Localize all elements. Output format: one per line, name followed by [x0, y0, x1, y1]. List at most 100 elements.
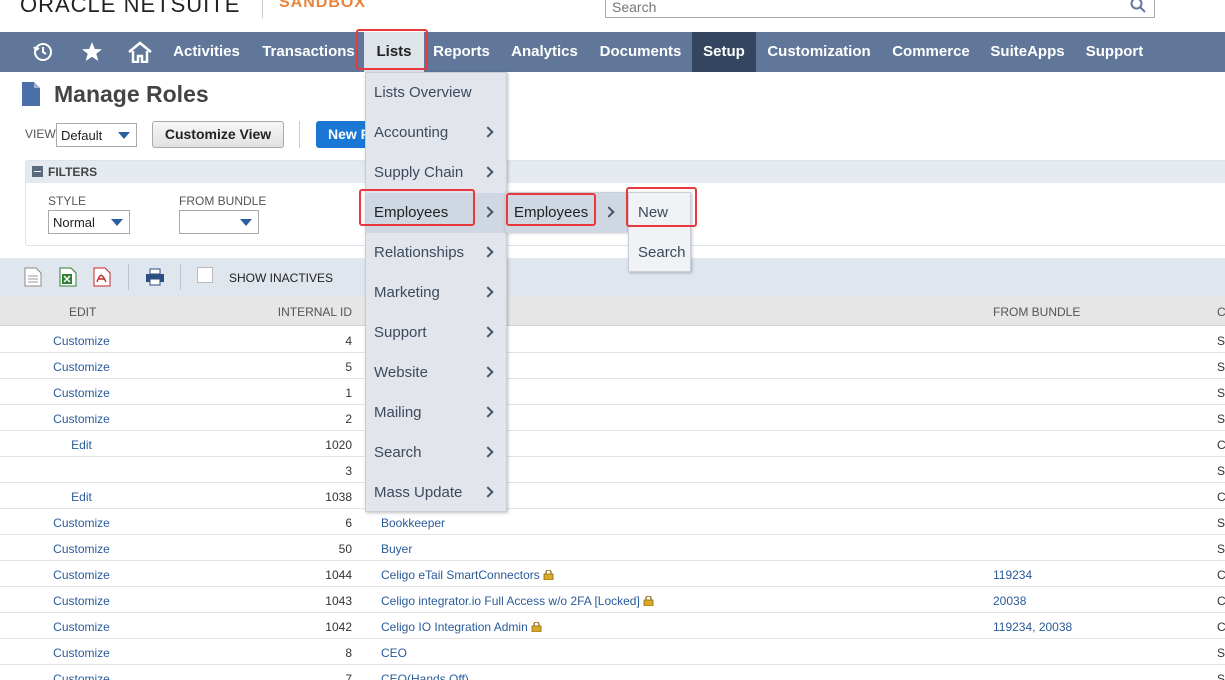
menu-search[interactable]: Search: [366, 433, 506, 473]
row-edit-link-text: Customize: [53, 594, 110, 608]
customize-view-button[interactable]: Customize View: [152, 121, 284, 148]
row-edit-link[interactable]: Customize: [0, 360, 163, 374]
nav-documents[interactable]: Documents: [590, 32, 691, 72]
menu-mass-update[interactable]: Mass Update: [366, 473, 506, 513]
filters-header[interactable]: FILTERS: [26, 161, 1225, 183]
row-from-bundle[interactable]: 119234: [993, 568, 1032, 582]
toolbar-divider: [128, 264, 129, 290]
row-type: St: [1217, 412, 1225, 426]
menu-search[interactable]: Search: [629, 233, 690, 273]
row-edit-link[interactable]: Edit: [0, 490, 163, 504]
row-internal-id: 1043: [325, 594, 352, 608]
menu-accounting[interactable]: Accounting: [366, 113, 506, 153]
column-edit[interactable]: EDIT: [69, 305, 96, 319]
row-role-name[interactable]: CEO: [381, 646, 407, 660]
row-from-bundle[interactable]: 20038: [993, 594, 1026, 608]
row-edit-link[interactable]: Customize: [0, 672, 163, 680]
row-edit-link-text: Customize: [53, 334, 110, 348]
chevron-right-icon: [482, 246, 494, 258]
row-edit-link[interactable]: Customize: [0, 594, 163, 608]
column-from-bundle[interactable]: FROM BUNDLE: [993, 305, 1080, 319]
filters-title: FILTERS: [48, 165, 98, 179]
search-input[interactable]: [612, 0, 1112, 15]
sandbox-label: SANDBOX: [279, 0, 367, 11]
row-from-bundle-text: 119234: [993, 568, 1033, 582]
row-edit-link[interactable]: Customize: [0, 334, 163, 348]
row-internal-id: 1038: [325, 490, 352, 504]
nav-setup[interactable]: Setup: [692, 32, 756, 72]
row-type-text: Cu: [1217, 490, 1225, 504]
row-type: Cu: [1217, 438, 1225, 452]
nav-customization[interactable]: Customization: [758, 32, 880, 72]
row-edit-link-text: Customize: [53, 542, 110, 556]
menu-lists-overview[interactable]: Lists Overview: [366, 73, 506, 113]
row-role-name-text: Buyer: [381, 542, 413, 556]
row-role-name[interactable]: Bookkeeper: [381, 516, 445, 530]
row-edit-link[interactable]: Customize: [0, 646, 163, 660]
view-select[interactable]: Default: [56, 123, 137, 147]
export-excel-icon[interactable]: [59, 267, 77, 287]
menu-label: Relationships: [374, 244, 465, 261]
nav-suiteapps[interactable]: SuiteApps: [982, 32, 1073, 72]
nav-activities[interactable]: Activities: [165, 32, 248, 72]
menu-relationships[interactable]: Relationships: [366, 233, 506, 273]
row-role-name[interactable]: Celigo IO Integration Admin: [381, 620, 542, 634]
row-type: Cu: [1217, 568, 1225, 582]
menu-label: Accounting: [374, 124, 449, 141]
row-role-name-text: CEO: [381, 646, 408, 660]
row-edit-link[interactable]: Customize: [0, 568, 163, 582]
column-internal-id[interactable]: INTERNAL ID: [278, 305, 352, 319]
row-internal-id-text: 1043: [325, 594, 352, 608]
submenu-employees[interactable]: Employees: [506, 193, 627, 233]
menu-label: Search: [374, 444, 422, 461]
row-edit-link[interactable]: Customize: [0, 620, 163, 634]
menu-marketing[interactable]: Marketing: [366, 273, 506, 313]
menu-supply-chain[interactable]: Supply Chain: [366, 153, 506, 193]
recent-records-icon[interactable]: [28, 32, 58, 72]
row-edit-link[interactable]: Customize: [0, 412, 163, 426]
global-search[interactable]: [605, 0, 1155, 18]
page-title: Manage Roles: [54, 81, 209, 107]
menu-mailing[interactable]: Mailing: [366, 393, 506, 433]
nav-lists[interactable]: Lists: [364, 32, 424, 72]
main-nav: Activities Transactions Lists Reports An…: [0, 32, 1225, 72]
menu-employees[interactable]: Employees: [366, 193, 506, 233]
chevron-right-icon: [482, 406, 494, 418]
home-icon[interactable]: [125, 32, 155, 72]
row-edit-link[interactable]: Customize: [0, 542, 163, 556]
row-edit-link[interactable]: Edit: [0, 438, 163, 452]
nav-transactions[interactable]: Transactions: [255, 32, 362, 72]
search-icon[interactable]: [1130, 0, 1146, 13]
print-icon[interactable]: [145, 267, 165, 287]
list-toolbar: SHOW INACTIVES: [0, 258, 1225, 296]
row-from-bundle[interactable]: 119234, 20038: [993, 620, 1072, 634]
nav-analytics[interactable]: Analytics: [502, 32, 587, 72]
menu-new[interactable]: New: [629, 193, 690, 233]
row-role-name[interactable]: Celigo integrator.io Full Access w/o 2FA…: [381, 594, 654, 608]
nav-commerce[interactable]: Commerce: [882, 32, 980, 72]
column-type[interactable]: C: [1217, 305, 1225, 319]
row-internal-id-text: 2: [345, 412, 352, 426]
row-role-name[interactable]: Celigo eTail SmartConnectors: [381, 568, 554, 582]
row-edit-link[interactable]: Customize: [0, 516, 163, 530]
row-role-name[interactable]: Buyer: [381, 542, 412, 556]
collapse-icon[interactable]: [32, 166, 43, 177]
from-bundle-select[interactable]: [179, 210, 259, 234]
style-select[interactable]: Normal: [48, 210, 130, 234]
nav-reports[interactable]: Reports: [424, 32, 499, 72]
row-type: St: [1217, 542, 1225, 556]
nav-support[interactable]: Support: [1076, 32, 1153, 72]
chevron-right-icon: [482, 166, 494, 178]
show-inactives-checkbox[interactable]: [197, 267, 213, 283]
row-internal-id-text: 6: [345, 516, 352, 530]
menu-support[interactable]: Support: [366, 313, 506, 353]
chevron-right-icon: [482, 366, 494, 378]
export-csv-icon[interactable]: [24, 267, 42, 287]
style-label: STYLE: [48, 194, 87, 208]
row-role-name[interactable]: CEO(Hands Off): [381, 672, 469, 680]
favorites-star-icon[interactable]: [77, 32, 107, 72]
export-pdf-icon[interactable]: [93, 267, 111, 287]
netsuite-logo: ORACLE NETSUITE: [20, 0, 241, 17]
menu-website[interactable]: Website: [366, 353, 506, 393]
row-edit-link[interactable]: Customize: [0, 386, 163, 400]
